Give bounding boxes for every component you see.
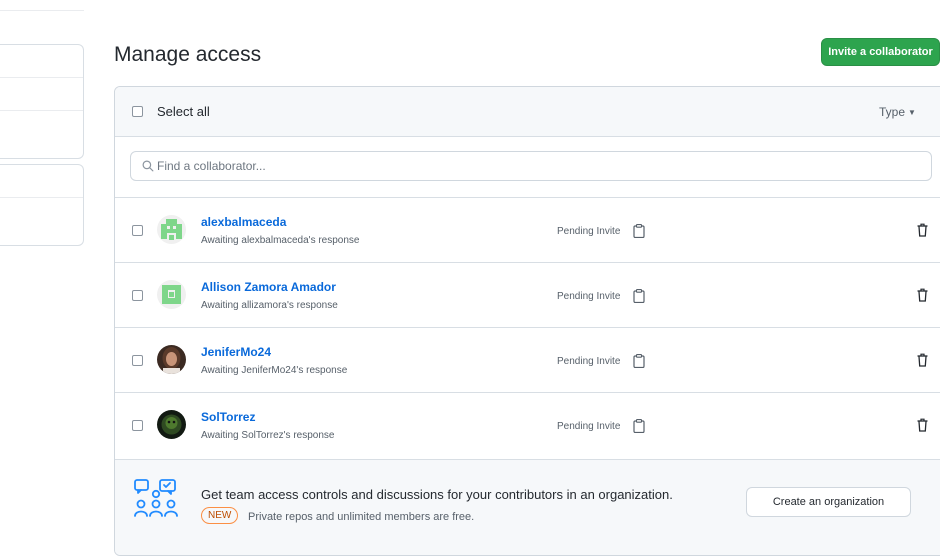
panel-header: Select all Type ▼ [115, 87, 940, 137]
row-checkbox[interactable] [132, 420, 143, 431]
page-title: Manage access [114, 43, 262, 66]
search-field[interactable] [130, 151, 932, 181]
collaborator-list: alexbalmaceda Awaiting alexbalmaceda's r… [115, 197, 940, 457]
type-filter-dropdown[interactable]: Type ▼ [879, 105, 916, 119]
pending-invite-status: Pending Invite [557, 291, 621, 302]
type-filter-label: Type [879, 105, 906, 119]
collaborator-username-link[interactable]: SolTorrez [201, 410, 255, 424]
trash-icon[interactable] [917, 223, 928, 237]
promo-subtext: Private repos and unlimited members are … [248, 511, 475, 523]
clipboard-icon[interactable] [633, 289, 645, 303]
collaborators-panel: Select all Type ▼ Find a collaborator...… [114, 86, 940, 556]
create-organization-button[interactable]: Create an organization [746, 487, 911, 517]
pending-invite-status: Pending Invite [557, 226, 621, 237]
sidebar-item[interactable] [0, 45, 83, 78]
collaborator-username-link[interactable]: alexbalmaceda [201, 215, 286, 229]
collaborator-subtitle: Awaiting JeniferMo24's response [201, 365, 348, 376]
user-photo-avatar[interactable] [157, 345, 186, 374]
select-all-label[interactable]: Select all [157, 104, 210, 119]
collaborator-subtitle: Awaiting alexbalmaceda's response [201, 235, 360, 246]
trash-icon[interactable] [917, 288, 928, 302]
collaborator-row: alexbalmaceda Awaiting alexbalmaceda's r… [115, 197, 940, 262]
row-checkbox[interactable] [132, 355, 143, 366]
collaborator-username-link[interactable]: JeniferMo24 [201, 345, 271, 359]
sidebar-item[interactable] [0, 111, 83, 144]
settings-sidebar [0, 10, 84, 250]
row-checkbox[interactable] [132, 225, 143, 236]
sidebar-item[interactable] [0, 198, 83, 231]
collaborator-username-link[interactable]: Allison Zamora Amador [201, 280, 336, 294]
sidebar-item[interactable] [0, 78, 83, 111]
select-all-checkbox[interactable] [132, 106, 143, 117]
sidebar-nav-group [0, 44, 84, 159]
people-discussion-icon [134, 479, 178, 517]
collaborator-row: Allison Zamora Amador Awaiting allizamor… [115, 262, 940, 327]
clipboard-icon[interactable] [633, 224, 645, 238]
identicon-avatar[interactable] [157, 215, 186, 244]
sidebar-divider [0, 10, 84, 11]
promo-headline: Get team access controls and discussions… [201, 487, 673, 502]
search-input[interactable] [157, 152, 917, 180]
user-photo-avatar[interactable] [157, 410, 186, 439]
identicon-avatar[interactable] [157, 280, 186, 309]
new-badge: NEW [201, 507, 239, 524]
caret-down-icon: ▼ [908, 108, 916, 117]
organization-promo: Get team access controls and discussions… [115, 459, 940, 555]
trash-icon[interactable] [917, 353, 928, 367]
row-checkbox[interactable] [132, 290, 143, 301]
collaborator-row: JeniferMo24 Awaiting JeniferMo24's respo… [115, 327, 940, 392]
collaborator-row: SolTorrez Awaiting SolTorrez's response … [115, 392, 940, 457]
sidebar-item[interactable] [0, 165, 83, 198]
collaborator-subtitle: Awaiting SolTorrez's response [201, 430, 335, 441]
collaborator-subtitle: Awaiting allizamora's response [201, 300, 338, 311]
pending-invite-status: Pending Invite [557, 421, 621, 432]
clipboard-icon[interactable] [633, 354, 645, 368]
trash-icon[interactable] [917, 418, 928, 432]
invite-collaborator-button[interactable]: Invite a collaborator [821, 38, 940, 66]
clipboard-icon[interactable] [633, 419, 645, 433]
pending-invite-status: Pending Invite [557, 356, 621, 367]
sidebar-nav-group [0, 164, 84, 246]
search-icon [142, 160, 154, 172]
